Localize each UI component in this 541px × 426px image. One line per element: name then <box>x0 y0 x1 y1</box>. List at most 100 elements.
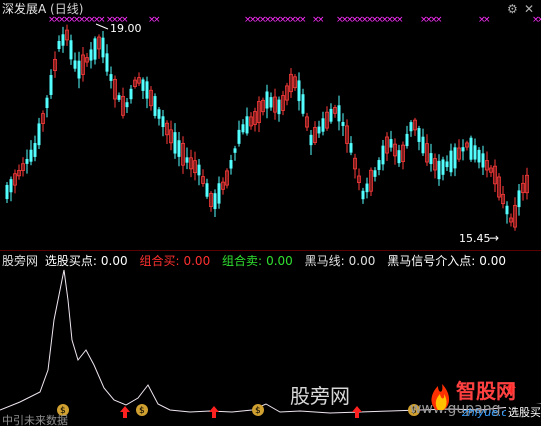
candle-body <box>321 118 325 132</box>
buy-arrow-icon <box>352 406 362 418</box>
indicator-item-value: 0.00 <box>183 254 211 268</box>
indicator-item: 黑马信号介入点: 0.00 <box>387 254 506 268</box>
candle-body <box>153 96 157 116</box>
future-data-text: 中引未来数据 <box>2 413 68 426</box>
candle-body <box>49 75 53 95</box>
signal-mark: × <box>537 15 541 25</box>
indicator-item-value: 0.00 <box>266 254 293 268</box>
candle-body <box>517 190 521 208</box>
signal-mark: × <box>153 15 161 25</box>
candle-body <box>269 97 273 108</box>
coin-glyph: $ <box>139 406 145 416</box>
candle-body <box>389 139 393 148</box>
candle-body <box>161 116 165 128</box>
signal-mark: × <box>299 15 307 25</box>
candle-body <box>477 149 481 163</box>
candle-body <box>157 109 161 119</box>
candle-body <box>377 160 381 170</box>
candle-body <box>229 160 233 169</box>
candle-body <box>381 145 385 165</box>
candle-body <box>277 99 281 115</box>
candle-body <box>73 60 77 69</box>
indicator-item-value: 0.00 <box>100 254 128 268</box>
low-price-arrow: → <box>489 231 499 245</box>
candle-body <box>373 170 377 177</box>
low-price-label: 15.45 <box>459 232 491 245</box>
candle-body <box>421 136 425 154</box>
candle-body <box>505 205 509 215</box>
indicator-name: 股旁网 <box>2 254 39 268</box>
candle-body <box>89 49 93 61</box>
buy-arrow-icon <box>209 406 219 418</box>
settings-icon[interactable]: ⚙ <box>507 2 518 16</box>
signal-mark: × <box>483 15 491 25</box>
candle-body <box>437 160 441 180</box>
indicator-item-label: 选股买点: <box>44 254 97 268</box>
candle-body <box>45 97 49 109</box>
indicator-header: 股旁网 选股买点: 0.00 组合买: 0.00 组合卖: 0.00 黑马线: 0.00… <box>2 254 506 268</box>
candle-body <box>365 183 369 193</box>
indicator-item-label: 组合买: <box>139 254 180 268</box>
candle-body <box>453 147 457 169</box>
candle-body <box>461 147 465 152</box>
candle-body <box>69 40 73 60</box>
indicator-item-label: 黑马信号介入点: <box>387 254 476 268</box>
candle-body <box>417 128 421 142</box>
candle-body <box>233 148 237 153</box>
candle-body <box>37 123 41 146</box>
candle-body <box>397 150 401 164</box>
candle-body <box>297 80 301 102</box>
candle-body <box>33 143 37 157</box>
close-icon[interactable]: ✕ <box>524 2 534 16</box>
period-label: (日线) <box>50 2 84 16</box>
candle-body <box>309 134 313 146</box>
candle-body <box>481 153 485 168</box>
candle-body <box>217 183 221 204</box>
candle-body <box>57 40 61 50</box>
candle-body <box>449 150 453 173</box>
candle-body <box>61 34 65 46</box>
candle-body <box>5 184 9 200</box>
indicator-item-value: 0.00 <box>479 254 506 268</box>
candle-body <box>361 190 365 200</box>
stock-name: 深发展A <box>2 2 47 16</box>
candle-body <box>177 140 181 157</box>
candle-body <box>29 149 33 162</box>
coin-glyph: $ <box>255 406 261 416</box>
watermark-flame-icon <box>431 384 450 410</box>
indicator-item: 组合买: 0.00 <box>139 254 214 268</box>
watermark-logo-title: 智股网 <box>456 379 516 403</box>
candle-body <box>349 143 353 153</box>
candle-body <box>197 164 201 176</box>
watermark-center: 股旁网 <box>290 384 350 408</box>
candle-body <box>337 105 341 122</box>
candle-body <box>213 193 217 210</box>
candle-body <box>317 126 321 134</box>
high-price-label: 19.00 <box>110 22 142 35</box>
corner-label: 选股买 <box>508 406 541 419</box>
indicator-item: 组合卖: 0.00 <box>222 254 297 268</box>
candle-body <box>77 60 81 79</box>
candle-body <box>145 81 149 99</box>
candle-body <box>445 161 449 168</box>
candle-body <box>237 129 241 144</box>
candle-body <box>25 158 29 164</box>
candlestick-layer <box>5 24 529 231</box>
candle-body <box>301 94 305 114</box>
indicator-item: 选股买点: 0.00 <box>45 254 132 268</box>
chart-canvas: ××××××××××× ×××× ×× ×××××××××××× ×× ×××××××××… <box>0 15 541 426</box>
signal-mark: × <box>435 15 443 25</box>
candle-body <box>141 79 145 91</box>
candle-body <box>129 88 133 100</box>
signal-mark: × <box>98 15 106 25</box>
candle-body <box>117 95 121 100</box>
candle-body <box>245 116 249 134</box>
candle-body <box>101 37 105 58</box>
indicator-item-value: 0.00 <box>348 254 376 268</box>
indicator-item-label: 黑马线: <box>304 254 345 268</box>
candle-body <box>405 133 409 147</box>
signal-mark: × <box>317 15 325 25</box>
buy-arrow-icon <box>120 406 130 418</box>
chart-title: 深发展A (日线) <box>2 2 83 16</box>
candle-body <box>473 145 477 160</box>
